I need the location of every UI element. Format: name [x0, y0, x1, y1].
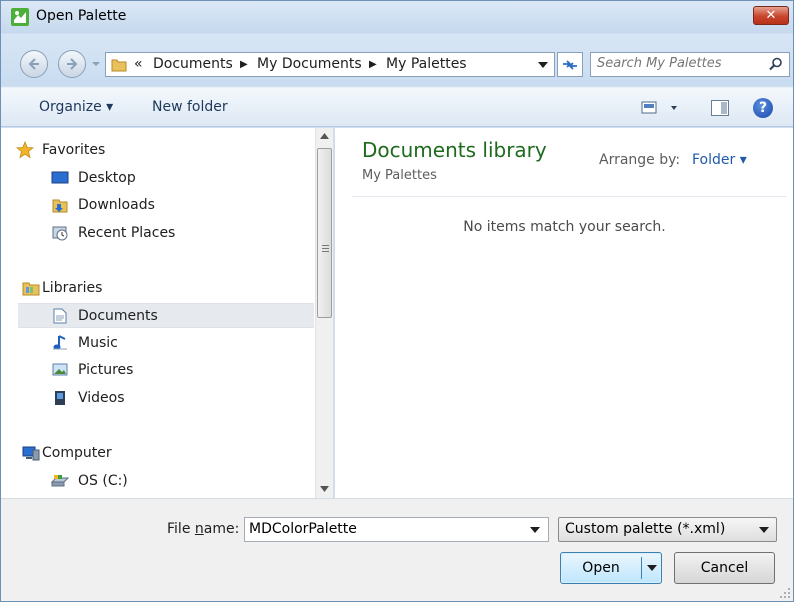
back-button[interactable]: [20, 50, 48, 78]
navigation-pane: Favorites Desktop Downloads Recent Place…: [1, 128, 315, 498]
open-button[interactable]: Open: [560, 552, 662, 584]
nav-item-music[interactable]: Music: [18, 331, 314, 356]
preview-pane-button[interactable]: [711, 100, 729, 116]
refresh-icon: [563, 60, 577, 70]
nav-label: Videos: [78, 390, 125, 406]
organize-button[interactable]: Organize ▾: [39, 99, 113, 115]
refresh-button[interactable]: [557, 52, 583, 77]
file-name-label-prefix: File: [167, 521, 195, 537]
scroll-up-arrow-icon[interactable]: [320, 133, 329, 139]
scroll-down-arrow-icon[interactable]: [320, 486, 329, 492]
file-type-value: Custom palette (*.xml): [565, 521, 726, 537]
folder-icon: [111, 59, 127, 72]
help-icon[interactable]: ?: [753, 98, 773, 118]
address-dropdown-icon[interactable]: [538, 62, 548, 68]
videos-icon: [55, 391, 65, 405]
command-toolbar: Organize ▾ New folder ?: [1, 87, 793, 127]
close-button[interactable]: ✕: [753, 6, 789, 25]
address-bar[interactable]: « Documents ▶ My Documents ▶ My Palettes: [105, 52, 555, 77]
search-input[interactable]: [597, 56, 757, 71]
libraries-icon: [22, 282, 40, 296]
nav-label: Computer: [42, 445, 112, 461]
nav-item-pictures[interactable]: Pictures: [18, 358, 314, 383]
open-palette-dialog: Open Palette ✕ « Documents ▶ My Document…: [0, 0, 794, 602]
resize-grip-icon[interactable]: [779, 587, 791, 599]
forward-arrow-icon: [67, 58, 78, 70]
nav-label: Libraries: [42, 280, 103, 296]
file-name-combobox[interactable]: [244, 517, 549, 542]
star-icon: [16, 141, 34, 159]
arrange-by-dropdown[interactable]: Folder ▾: [692, 152, 747, 168]
file-name-label-suffix: ame:: [203, 521, 240, 537]
nav-item-favorites[interactable]: Favorites: [16, 138, 314, 163]
recent-places-icon: [52, 226, 68, 241]
nav-item-videos[interactable]: Videos: [18, 386, 314, 411]
library-subtitle: My Palettes: [362, 168, 437, 183]
nav-item-computer[interactable]: Computer: [18, 441, 314, 466]
breadcrumb-documents[interactable]: Documents: [153, 56, 233, 72]
dialog-footer: File name: Custom palette (*.xml) Open C…: [1, 498, 793, 601]
nav-item-os-drive[interactable]: OS (C:): [18, 469, 314, 494]
nav-label: Pictures: [78, 362, 134, 378]
nav-item-documents[interactable]: Documents: [18, 303, 314, 328]
nav-label: Music: [78, 335, 118, 351]
nav-item-recent-places[interactable]: Recent Places: [18, 221, 314, 246]
breadcrumb-my-palettes[interactable]: My Palettes: [386, 56, 467, 72]
scroll-thumb[interactable]: [317, 148, 332, 318]
back-arrow-icon: [28, 58, 39, 70]
window-title: Open Palette: [36, 8, 127, 24]
nav-label: Downloads: [78, 197, 155, 213]
breadcrumb-my-documents[interactable]: My Documents: [257, 56, 362, 72]
recent-locations-dropdown-icon[interactable]: [92, 60, 100, 68]
open-options-dropdown-icon[interactable]: [647, 565, 657, 571]
documents-library-icon: [53, 308, 67, 324]
file-name-input[interactable]: [249, 521, 519, 537]
scroll-grip: [322, 245, 329, 252]
search-icon[interactable]: [769, 57, 783, 71]
file-type-dropdown-icon[interactable]: [759, 527, 769, 533]
computer-icon: [22, 446, 40, 461]
pictures-icon: [52, 363, 68, 376]
address-row: « Documents ▶ My Documents ▶ My Palettes: [1, 34, 793, 86]
breadcrumb-overflow[interactable]: «: [134, 56, 143, 72]
drive-icon: [51, 475, 69, 487]
app-icon: [11, 8, 29, 26]
forward-button[interactable]: [58, 50, 86, 78]
library-title: Documents library: [362, 138, 547, 162]
downloads-folder-icon: [52, 199, 68, 213]
open-button-label: Open: [582, 560, 620, 576]
music-icon: [53, 335, 67, 350]
cancel-button[interactable]: Cancel: [674, 552, 775, 584]
file-name-dropdown-icon[interactable]: [530, 527, 540, 533]
navigation-scrollbar[interactable]: [315, 128, 333, 498]
new-folder-button[interactable]: New folder: [152, 99, 228, 115]
title-bar[interactable]: Open Palette ✕: [1, 1, 793, 33]
nav-label: Recent Places: [78, 225, 176, 241]
nav-label: OS (C:): [78, 473, 128, 489]
divider: [352, 196, 786, 197]
desktop-icon: [51, 171, 69, 184]
arrange-by-label: Arrange by:: [599, 152, 681, 168]
nav-item-libraries[interactable]: Libraries: [18, 276, 314, 301]
split-divider: [641, 557, 642, 579]
breadcrumb-separator-icon[interactable]: ▶: [369, 59, 377, 70]
file-name-label: File name:: [167, 521, 239, 537]
change-view-icon[interactable]: [641, 100, 681, 116]
nav-item-downloads[interactable]: Downloads: [18, 193, 314, 218]
empty-state-message: No items match your search.: [463, 219, 666, 235]
search-box[interactable]: [590, 52, 790, 77]
file-list-pane[interactable]: Documents library My Palettes Arrange by…: [334, 128, 793, 498]
breadcrumb-separator-icon[interactable]: ▶: [240, 59, 248, 70]
file-name-accelerator: n: [194, 521, 204, 537]
nav-item-desktop[interactable]: Desktop: [18, 166, 314, 191]
nav-label: Documents: [78, 308, 158, 324]
file-type-select[interactable]: Custom palette (*.xml): [558, 517, 777, 542]
nav-label: Favorites: [42, 142, 106, 158]
nav-label: Desktop: [78, 170, 136, 186]
